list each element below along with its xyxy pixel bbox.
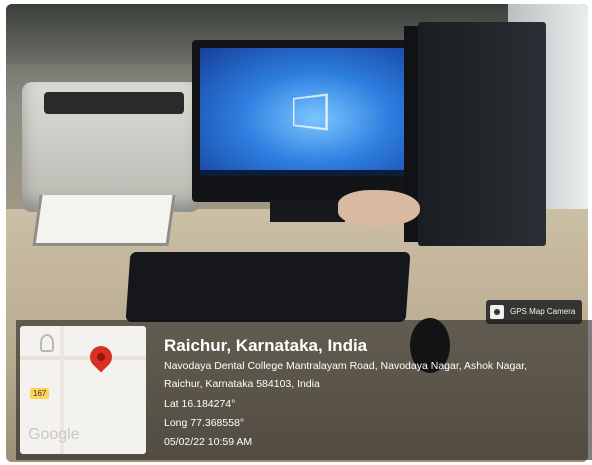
timestamp: 05/02/22 10:59 AM: [164, 436, 253, 448]
printer-top: [44, 92, 184, 114]
printer-paper-tray: [32, 195, 176, 246]
camera-icon: [490, 305, 504, 319]
taskbar: [200, 170, 410, 176]
monitor-stand: [270, 200, 345, 222]
address-line-1: Navodaya Dental College Mantralayam Road…: [164, 360, 528, 372]
person-icon: [40, 334, 54, 352]
toy-figure: [338, 190, 420, 226]
address-line-2: Raichur, Karnataka 584103, India: [164, 378, 320, 390]
road-badge: 167: [30, 388, 50, 399]
windows-logo-icon: [292, 93, 328, 131]
map-road: [20, 356, 146, 360]
longitude: Long 77.368558°: [164, 417, 245, 429]
map-thumbnail: 167 Google: [20, 326, 146, 454]
computer-tower: [418, 22, 546, 246]
google-logo: Google: [28, 426, 80, 443]
map-pin-dot: [97, 353, 105, 361]
keyboard: [125, 252, 411, 322]
latitude: Lat 16.184274°: [164, 398, 236, 410]
location-title: Raichur, Karnataka, India: [164, 336, 368, 355]
gps-map-camera-label: GPS Map Camera: [510, 307, 576, 316]
